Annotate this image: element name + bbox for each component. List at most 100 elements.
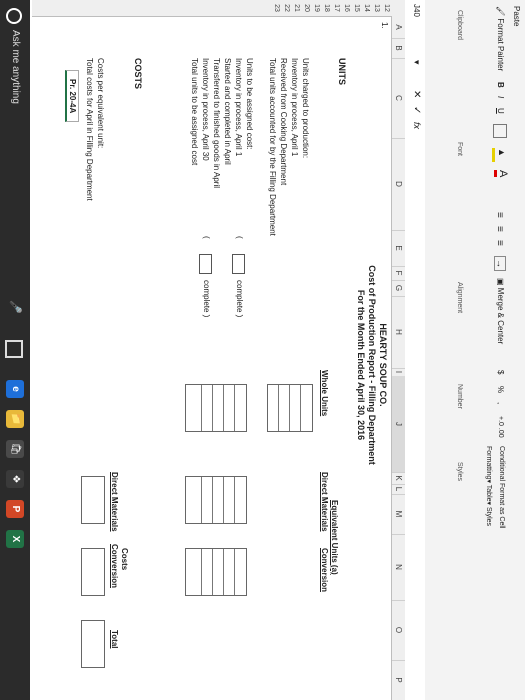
column-header[interactable]: C [392,58,405,139]
row-header[interactable]: 18 [323,0,330,16]
column-header[interactable]: E [392,230,405,267]
row-header[interactable]: 15 [353,0,360,16]
comma-button[interactable]: , [496,402,505,404]
row-header[interactable]: 21 [293,0,300,16]
column-headers: A B C D E F G H I J K L M N O P [391,0,405,700]
clipboard-group-label: Clipboard [456,10,463,40]
align-right-icon[interactable]: ≡ [494,240,505,246]
decimal-buttons[interactable]: +.0 .00 [497,416,504,438]
percent-button[interactable]: % [496,386,505,393]
italic-button[interactable]: I [496,96,505,98]
input-cell[interactable] [223,385,235,431]
row-header[interactable]: 20 [303,0,310,16]
cortana-icon[interactable] [6,8,22,24]
total-cost-box[interactable] [81,620,105,668]
column-header[interactable]: H [392,296,405,369]
row-header[interactable]: 16 [343,0,350,16]
input-cell[interactable] [300,385,312,431]
align-center-icon[interactable]: ≡ [494,226,505,232]
column-header[interactable]: G [392,280,405,297]
currency-button[interactable]: $ [496,370,505,374]
format-painter-label: Format Painter [496,18,505,72]
indent-icon[interactable]: → [494,256,506,271]
input-cell[interactable] [278,385,290,431]
column-header[interactable]: F [392,266,405,281]
units-heading: UNITS [337,58,347,85]
input-cell[interactable] [223,549,235,595]
row-header[interactable]: 13 [373,0,380,16]
direct-materials-eu-box[interactable] [185,476,247,524]
units-charged-block: Units charged to production: Inventory i… [267,58,311,236]
column-header[interactable]: B [392,38,405,59]
input-cell[interactable] [223,477,235,523]
dropbox-icon[interactable]: ❖ [6,470,24,488]
column-header[interactable]: O [392,600,405,661]
number-group-label: Number [456,384,463,409]
report-title: Cost of Production Report - Filling Depa… [367,265,377,465]
whole-units-input-box[interactable] [267,384,313,432]
column-header[interactable]: A [392,16,405,39]
row-headers: 12 13 14 15 16 17 18 19 20 21 22 23 [32,0,392,17]
sheet-tab[interactable]: Pr. 20-4A [65,70,79,123]
row-header[interactable]: 22 [283,0,290,16]
file-explorer-icon[interactable]: 📁 [6,410,24,428]
column-header[interactable]: P [392,660,405,700]
input-cell[interactable] [201,549,213,595]
row-header[interactable]: 19 [313,0,320,16]
font-color-icon[interactable]: A [494,170,509,178]
row-header[interactable]: 12 [383,0,390,16]
store-icon[interactable]: 🛍 [6,440,24,458]
total-costs-line: Total costs for April in Filling Departm… [85,58,94,201]
column-header[interactable]: M [392,494,405,535]
row-header[interactable]: 23 [273,0,280,16]
edge-icon[interactable]: e [6,380,24,398]
input-cell[interactable] [289,385,301,431]
dm-cost-box[interactable] [81,476,105,524]
brush-icon: 🖌 [496,6,505,19]
name-box[interactable]: J40 [412,4,421,17]
paste-button[interactable]: Paste [512,6,521,26]
fx-icon[interactable]: fx [412,122,422,129]
excel-icon[interactable]: X [6,530,24,548]
conversion-header: Conversion [320,548,329,593]
conversion-eu-box[interactable] [185,548,247,596]
complete-label: complete ) [202,280,211,318]
input-cell[interactable] [201,385,213,431]
row-header[interactable]: 14 [363,0,370,16]
merge-center-button[interactable]: ▣ Merge & Center [496,278,505,344]
input-cell[interactable] [212,385,224,431]
percent-complete-input[interactable] [199,254,212,274]
input-cell[interactable] [212,477,224,523]
conversion-cost-box[interactable] [81,548,105,596]
column-header[interactable]: D [392,138,405,231]
equivalent-units-header: Equivalent Units (a) [330,500,339,575]
align-left-icon[interactable]: ≡ [494,212,505,218]
row-header[interactable]: 17 [333,0,340,16]
format-table-cell-styles[interactable]: Formatting▾ Table▾ Styles [485,446,493,526]
powerpoint-icon[interactable]: P [6,500,24,518]
borders-icon[interactable] [493,124,507,138]
input-cell[interactable] [201,477,213,523]
microphone-icon[interactable]: 🎤 [9,300,22,314]
underline-button[interactable]: U [496,108,505,114]
fill-color-icon[interactable]: ▲ [492,148,507,162]
input-cell[interactable] [234,385,246,431]
conditional-formatting-button[interactable]: Conditional Format as Cell [498,446,505,528]
cancel-icon[interactable]: ✕ [411,90,422,98]
formula-bar: J40 ▾ ✕ ✓ fx [404,0,425,700]
input-cell[interactable] [234,549,246,595]
input-cell[interactable] [234,477,246,523]
ribbon: Paste 🖌 Format Painter Clipboard B I U ▲… [424,0,525,700]
column-header[interactable]: N [392,534,405,601]
dropdown-icon[interactable]: ▾ [411,60,422,65]
search-box[interactable]: Ask me anything [10,30,21,104]
format-painter-button[interactable]: 🖌 Format Painter [496,6,505,71]
costs-heading: COSTS [133,58,143,90]
input-cell[interactable] [212,549,224,595]
bold-button[interactable]: B [496,82,505,88]
enter-icon[interactable]: ✓ [411,106,422,114]
task-view-icon[interactable] [5,340,23,358]
column-header[interactable]: J [392,376,405,473]
whole-units-assigned-box[interactable] [185,384,247,432]
percent-complete-input[interactable] [232,254,245,274]
